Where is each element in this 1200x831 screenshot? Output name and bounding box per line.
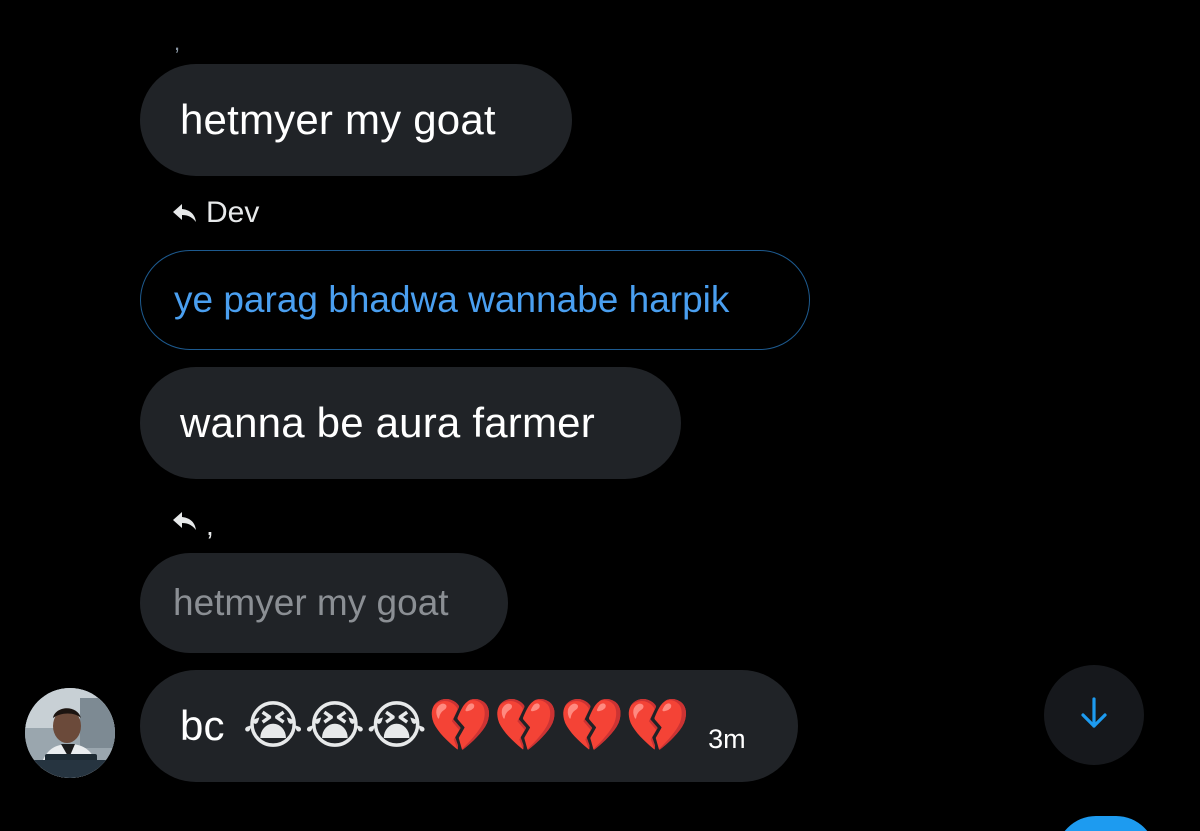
- emoji-group: 😭 😭 😭 💔 💔 💔 💔: [243, 700, 690, 752]
- reply-indicator: Dev: [172, 196, 259, 230]
- loudly-crying-emoji: 😭: [366, 696, 428, 756]
- broken-heart-emoji: 💔: [493, 696, 559, 756]
- compose-button[interactable]: [1056, 816, 1156, 831]
- quoted-message-text: hetmyer my goat: [173, 582, 449, 623]
- quoted-message-text: ye parag bhadwa wannabe harpik: [174, 279, 730, 320]
- sender-name-mark: ,: [174, 30, 181, 55]
- message-text: wanna be aura farmer: [180, 399, 595, 446]
- quoted-message[interactable]: hetmyer my goat: [140, 553, 508, 653]
- reply-to-name: Dev: [206, 196, 260, 229]
- reply-to-name: ,: [206, 510, 214, 541]
- arrow-down-icon: [1079, 696, 1109, 735]
- reply-arrow-icon: [172, 201, 198, 225]
- loudly-crying-emoji: 😭: [304, 696, 366, 756]
- message-timestamp: 3m: [708, 723, 746, 754]
- scroll-to-bottom-button[interactable]: [1044, 665, 1144, 765]
- broken-heart-emoji: 💔: [625, 696, 691, 756]
- message-text: bc: [180, 702, 225, 749]
- reply-indicator: ,: [172, 500, 214, 542]
- dm-conversation: , hetmyer my goat Dev ye parag bhadwa wa…: [0, 0, 1200, 831]
- message-bubble[interactable]: wanna be aura farmer: [140, 367, 681, 479]
- message-text: hetmyer my goat: [180, 96, 496, 143]
- message-bubble[interactable]: bc 😭 😭 😭 💔 💔 💔 💔 3m: [140, 670, 798, 782]
- quoted-message[interactable]: ye parag bhadwa wannabe harpik: [140, 250, 810, 350]
- broken-heart-emoji: 💔: [559, 696, 625, 756]
- reply-arrow-icon: [172, 509, 198, 533]
- loudly-crying-emoji: 😭: [242, 696, 304, 756]
- avatar[interactable]: [25, 688, 115, 778]
- message-bubble[interactable]: hetmyer my goat: [140, 64, 572, 176]
- broken-heart-emoji: 💔: [428, 696, 493, 756]
